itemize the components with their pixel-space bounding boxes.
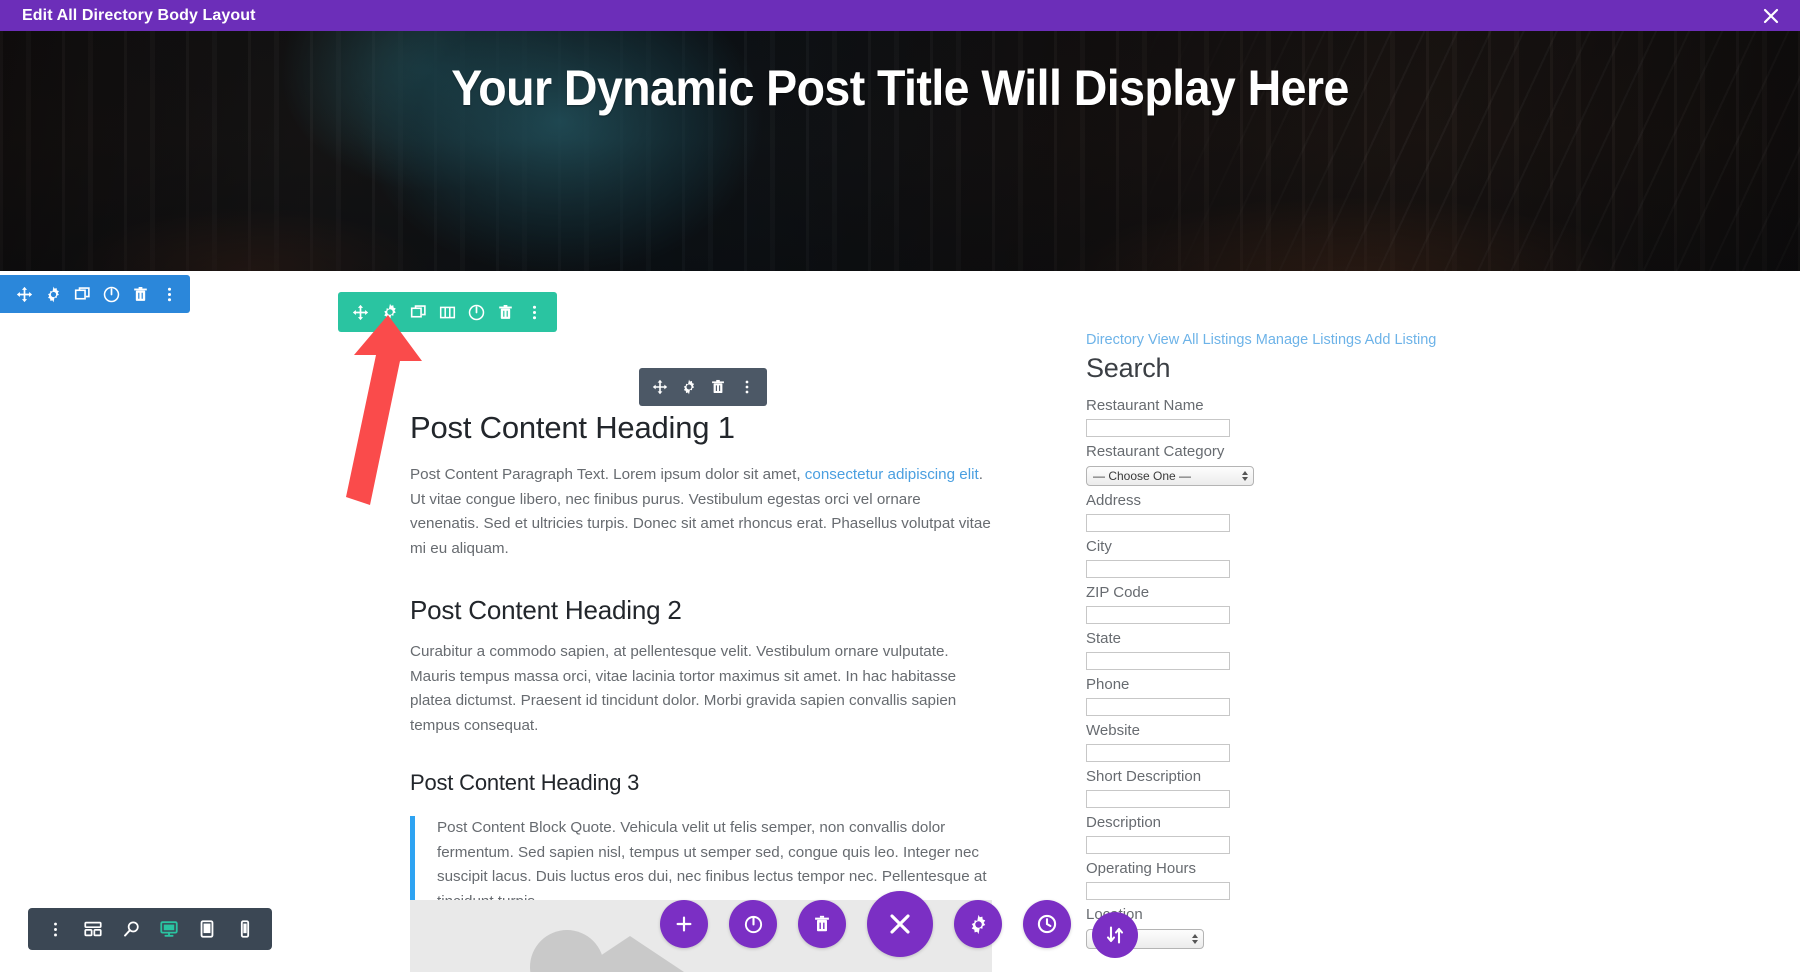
- module-toolbar[interactable]: [639, 368, 767, 406]
- trash-icon[interactable]: [703, 368, 732, 406]
- field-label: Restaurant Name: [1086, 397, 1204, 414]
- field-description: Description: [1086, 811, 1486, 854]
- field-phone: Phone: [1086, 673, 1486, 716]
- field-label: Short Description: [1086, 768, 1202, 785]
- field-operating-hours: Operating Hours: [1086, 857, 1486, 900]
- operating-hours-input[interactable]: [1086, 882, 1230, 900]
- duplicate-icon[interactable]: [404, 293, 433, 331]
- gear-icon[interactable]: [375, 293, 404, 331]
- restaurant-category-select[interactable]: — Choose One —: [1086, 466, 1254, 486]
- move-icon[interactable]: [346, 293, 375, 331]
- gear-icon[interactable]: [954, 900, 1002, 948]
- device-preview-toolbar[interactable]: [28, 908, 272, 950]
- state-input[interactable]: [1086, 652, 1230, 670]
- nav-link-add-listing[interactable]: Add Listing: [1365, 332, 1437, 348]
- directory-search-sidebar: Directory View All Listings Manage Listi…: [1086, 330, 1486, 952]
- close-icon[interactable]: [1760, 5, 1782, 27]
- power-icon[interactable]: [97, 275, 126, 313]
- admin-bar: Edit All Directory Body Layout: [0, 0, 1800, 31]
- zip-code-input[interactable]: [1086, 606, 1230, 624]
- address-input[interactable]: [1086, 514, 1230, 532]
- kebab-menu-icon[interactable]: [155, 275, 184, 313]
- post-paragraph-2: Curabitur a commodo sapien, at pellentes…: [410, 643, 957, 734]
- trash-icon[interactable]: [126, 275, 155, 313]
- field-state: State: [1086, 627, 1486, 670]
- admin-bar-title: Edit All Directory Body Layout: [22, 6, 256, 24]
- website-input[interactable]: [1086, 744, 1230, 762]
- columns-icon[interactable]: [433, 293, 462, 331]
- directory-nav-links[interactable]: Directory View All Listings Manage Listi…: [1086, 330, 1486, 350]
- zoom-icon[interactable]: [112, 908, 150, 950]
- wireframe-icon[interactable]: [74, 908, 112, 950]
- post-heading-1: Post Content Heading 1: [410, 410, 735, 445]
- field-label: Website: [1086, 722, 1140, 739]
- city-input[interactable]: [1086, 560, 1230, 578]
- power-icon[interactable]: [462, 293, 491, 331]
- field-website: Website: [1086, 719, 1486, 762]
- power-icon[interactable]: [729, 900, 777, 948]
- field-label: Address: [1086, 492, 1142, 509]
- plus-icon[interactable]: [660, 900, 708, 948]
- history-clock-icon[interactable]: [1023, 900, 1071, 948]
- tablet-icon[interactable]: [188, 908, 226, 950]
- sort-updown-icon[interactable]: [1092, 912, 1138, 958]
- move-icon[interactable]: [645, 368, 674, 406]
- field-label: City: [1086, 538, 1112, 555]
- kebab-menu-icon[interactable]: [732, 368, 761, 406]
- desktop-icon[interactable]: [150, 908, 188, 950]
- nav-link-directory[interactable]: Directory: [1086, 332, 1144, 348]
- row-toolbar[interactable]: [338, 292, 557, 332]
- hero-section: Your Dynamic Post Title Will Display Her…: [0, 31, 1800, 271]
- description-input[interactable]: [1086, 836, 1230, 854]
- phone-icon[interactable]: [226, 908, 264, 950]
- gear-icon[interactable]: [674, 368, 703, 406]
- select-value: — Choose One —: [1093, 469, 1192, 483]
- gear-icon[interactable]: [39, 275, 68, 313]
- inline-link[interactable]: consectetur adipiscing elit: [805, 466, 979, 483]
- restaurant-name-input[interactable]: [1086, 419, 1230, 437]
- move-icon[interactable]: [10, 275, 39, 313]
- field-zip-code: ZIP Code: [1086, 581, 1486, 624]
- search-widget-title: Search: [1086, 353, 1171, 383]
- post-heading-3: Post Content Heading 3: [410, 770, 640, 795]
- hero-title: Your Dynamic Post Title Will Display Her…: [451, 60, 1349, 116]
- post-content-module: Post Content Heading 1 Post Content Para…: [410, 410, 992, 914]
- spinner-arrows-icon: [1241, 469, 1248, 483]
- field-location: Location: [1086, 903, 1486, 949]
- field-label: Phone: [1086, 676, 1130, 693]
- close-icon[interactable]: [867, 891, 933, 957]
- field-restaurant-name: Restaurant Name: [1086, 394, 1486, 437]
- trash-icon[interactable]: [798, 900, 846, 948]
- paragraph-1-text-before: Post Content Paragraph Text. Lorem ipsum…: [410, 466, 805, 483]
- nav-link-view-all-listings[interactable]: View All Listings: [1148, 332, 1252, 348]
- field-label: Description: [1086, 814, 1162, 831]
- section-toolbar[interactable]: [0, 275, 190, 313]
- field-label: Restaurant Category: [1086, 443, 1225, 460]
- field-city: City: [1086, 535, 1486, 578]
- field-address: Address: [1086, 489, 1486, 532]
- phone-input[interactable]: [1086, 698, 1230, 716]
- field-label: ZIP Code: [1086, 584, 1150, 601]
- post-heading-2: Post Content Heading 2: [410, 595, 682, 625]
- post-paragraph-1: Post Content Paragraph Text. Lorem ipsum…: [410, 463, 992, 561]
- spinner-arrows-icon: [1191, 932, 1198, 946]
- trash-icon[interactable]: [491, 293, 520, 331]
- duplicate-icon[interactable]: [68, 275, 97, 313]
- nav-link-manage-listings[interactable]: Manage Listings: [1256, 332, 1362, 348]
- kebab-menu-icon[interactable]: [520, 293, 549, 331]
- field-short-description: Short Description: [1086, 765, 1486, 808]
- field-label: Location: [1086, 903, 1486, 927]
- field-label: State: [1086, 630, 1122, 647]
- field-label: Operating Hours: [1086, 860, 1197, 877]
- builder-action-bar[interactable]: [660, 891, 1071, 957]
- short-description-input[interactable]: [1086, 790, 1230, 808]
- field-restaurant-category: Restaurant Category — Choose One —: [1086, 440, 1486, 486]
- kebab-menu-icon[interactable]: [36, 908, 74, 950]
